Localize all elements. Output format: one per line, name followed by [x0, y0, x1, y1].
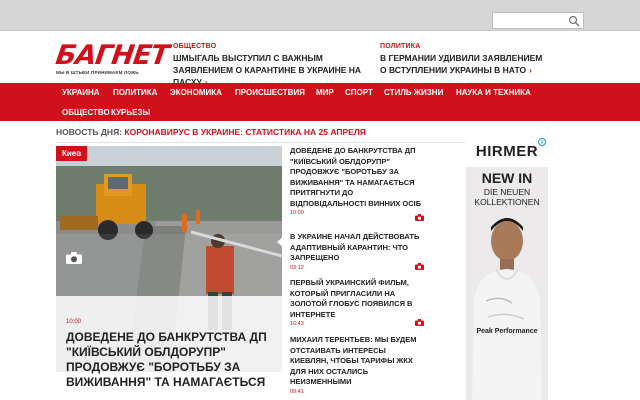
nav-item-sport[interactable]: Спорт — [345, 88, 373, 97]
feed-item-title[interactable]: В Украине начал действовать адаптивный к… — [290, 232, 424, 264]
feed-item[interactable]: Первый украинский фильм, который приглас… — [290, 278, 424, 327]
logo-text: БАГНЕТ — [53, 40, 171, 71]
ad-headline: NEW IN — [481, 170, 533, 186]
main-story-time: 10:00 — [66, 319, 82, 325]
nav-item-curiosities[interactable]: Курьезы — [111, 108, 150, 117]
header-news-category[interactable]: Общество — [173, 43, 373, 50]
ad-shirt-text: Peak Performance — [476, 328, 537, 335]
nav-item-world[interactable]: Мир — [316, 88, 334, 97]
ad-model-image: Peak Performance — [472, 218, 542, 400]
location-badge[interactable]: Киев — [56, 146, 88, 161]
ad-brand: HIRMER — [466, 137, 548, 167]
search-input[interactable] — [492, 12, 584, 29]
feed-pointer — [277, 236, 284, 248]
nav-item-lifestyle[interactable]: Стиль жизни — [384, 88, 443, 97]
camera-icon — [415, 319, 424, 326]
ticker-label: Новость дня: — [56, 127, 123, 137]
nav-item-society[interactable]: Общество — [62, 108, 110, 117]
feed-item[interactable]: Михаил Терентьев: Мы будем отстаивать ин… — [290, 335, 424, 395]
site-logo[interactable]: БАГНЕТ МЫ В ШТЫКИ ПРИНИМАЕМ ЛОЖЬ — [53, 40, 171, 78]
feed-item-title[interactable]: Первый украинский фильм, который приглас… — [290, 278, 424, 320]
top-bar — [0, 0, 640, 31]
feed-item[interactable]: В Украине начал действовать адаптивный к… — [290, 232, 424, 271]
feed-item-time: 16:43 — [290, 321, 304, 327]
feed-item-time: 09:41 — [290, 388, 304, 395]
header-news-category[interactable]: Политика — [380, 43, 545, 50]
header-news-title-text[interactable]: В Германии удивили заявлением о вступлен… — [380, 53, 542, 75]
feed-item-title[interactable]: Доведене до банкрутства ДП "Київський об… — [290, 146, 424, 209]
header-news-2[interactable]: Политика В Германии удивили заявлением о… — [380, 43, 545, 76]
nav-item-ukraine[interactable]: Украина — [62, 88, 100, 97]
main-nav: Украина Политика Экономика Происшествия … — [0, 83, 640, 121]
feed-item-time: 10:00 — [290, 210, 304, 216]
chevron-right-icon: › — [529, 65, 532, 75]
nav-item-politics[interactable]: Политика — [113, 88, 157, 97]
nav-item-economy[interactable]: Экономика — [170, 88, 222, 97]
ad-subheadline: DIE NEUEN KOLLEKTIONEN — [474, 187, 540, 207]
feed-item-time: 03:12 — [290, 264, 304, 271]
nav-item-incidents[interactable]: Происшествия — [235, 88, 305, 97]
site-header: БАГНЕТ МЫ В ШТЫКИ ПРИНИМАЕМ ЛОЖЬ Обществ… — [0, 31, 640, 87]
feed-item[interactable]: Доведене до банкрутства ДП "Київський об… — [290, 146, 424, 221]
feed-item-title[interactable]: Михаил Терентьев: Мы будем отстаивать ин… — [290, 335, 424, 388]
camera-icon — [415, 214, 424, 221]
camera-icon — [66, 252, 82, 264]
header-news-title[interactable]: В Германии удивили заявлением о вступлен… — [380, 52, 545, 76]
adchoices-icon[interactable] — [538, 138, 546, 146]
news-of-the-day: Новость дня: Коронавирус в Украине: стат… — [56, 127, 366, 137]
header-news-1[interactable]: Общество Шмыгаль выступил с важным заявл… — [173, 43, 373, 88]
main-story-title[interactable]: Доведене до банкрутства ДП "Київський об… — [66, 330, 276, 390]
header-news-title-text[interactable]: Шмыгаль выступил с важным заявлением о к… — [173, 53, 361, 87]
advertisement[interactable]: HIRMER NEW IN DIE NEUEN KOLLEKTIONEN Pea… — [466, 137, 548, 400]
ticker-link[interactable]: Коронавирус в Украине: статистика на 25 … — [124, 127, 366, 137]
search-icon[interactable] — [568, 15, 580, 27]
nav-item-science[interactable]: Наука и техника — [456, 88, 531, 97]
camera-icon — [415, 263, 424, 270]
